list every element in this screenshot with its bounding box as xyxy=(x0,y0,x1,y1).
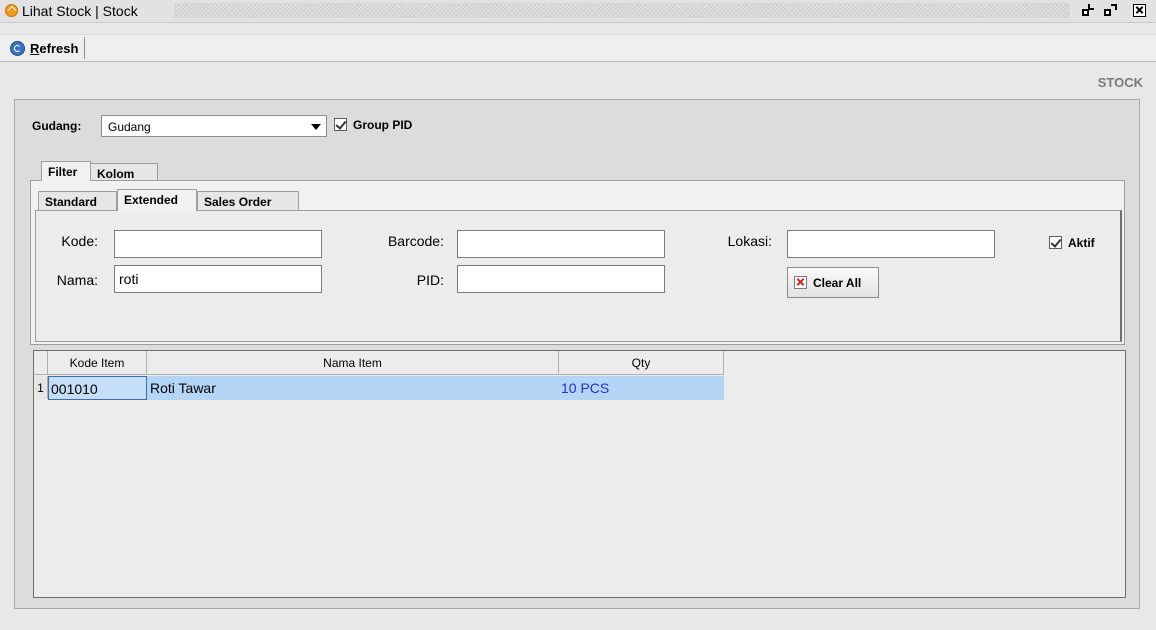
section-title: STOCK xyxy=(1097,75,1143,90)
gudang-select[interactable]: Gudang xyxy=(101,115,327,137)
gudang-selected-value: Gudang xyxy=(108,120,151,134)
refresh-label: Refresh xyxy=(30,40,79,56)
pid-label: PID: xyxy=(416,272,444,288)
kode-label: Kode: xyxy=(61,233,98,249)
clear-all-label: Clear All xyxy=(813,275,862,290)
aktif-checkbox[interactable] xyxy=(1049,236,1062,249)
barcode-input[interactable] xyxy=(457,230,665,258)
close-window-icon[interactable] xyxy=(1133,4,1146,17)
clear-icon xyxy=(794,276,807,289)
lokasi-input[interactable] xyxy=(787,230,995,258)
titlebar-grip[interactable] xyxy=(174,3,1070,18)
app-icon xyxy=(5,4,18,17)
refresh-icon xyxy=(10,40,25,56)
clear-all-button[interactable]: Clear All xyxy=(787,267,879,298)
window-title: Lihat Stock | Stock xyxy=(22,3,138,19)
table-cell-kode[interactable]: 001010 xyxy=(48,376,147,400)
nama-label: Nama: xyxy=(56,272,98,288)
maximize-window-icon[interactable] xyxy=(1104,4,1117,17)
restore-window-icon[interactable] xyxy=(1082,4,1095,17)
window-titlebar: Lihat Stock | Stock xyxy=(0,0,1156,23)
table-cell-nama[interactable]: Roti Tawar xyxy=(147,376,559,400)
chevron-down-icon[interactable] xyxy=(311,124,321,130)
column-header-kode-item[interactable]: Kode Item xyxy=(48,351,147,375)
toolbar: Refresh xyxy=(0,34,1156,62)
tab-sales-order[interactable]: Sales Order xyxy=(197,191,299,211)
nama-input[interactable] xyxy=(114,265,322,293)
group-pid-label[interactable]: Group PID xyxy=(353,118,412,132)
group-pid-checkbox[interactable] xyxy=(334,118,347,131)
aktif-label[interactable]: Aktif xyxy=(1068,236,1095,250)
lokasi-label: Lokasi: xyxy=(727,233,772,249)
tab-standard[interactable]: Standard xyxy=(38,191,117,211)
column-header-nama-item[interactable]: Nama Item xyxy=(147,351,559,375)
gudang-label: Gudang: xyxy=(32,119,82,133)
column-header-qty[interactable]: Qty xyxy=(559,351,724,375)
tab-extended[interactable]: Extended xyxy=(117,189,197,211)
kode-input[interactable] xyxy=(114,230,322,258)
pid-input[interactable] xyxy=(457,265,665,293)
refresh-button[interactable]: Refresh xyxy=(8,37,86,59)
tab-kolom[interactable]: Kolom xyxy=(90,163,158,181)
table-cell-qty[interactable]: 10 PCS xyxy=(559,376,724,400)
table-header-rownum xyxy=(34,351,48,375)
barcode-label: Barcode: xyxy=(387,233,444,249)
row-number[interactable]: 1 xyxy=(34,376,48,399)
tab-filter[interactable]: Filter xyxy=(41,161,91,181)
